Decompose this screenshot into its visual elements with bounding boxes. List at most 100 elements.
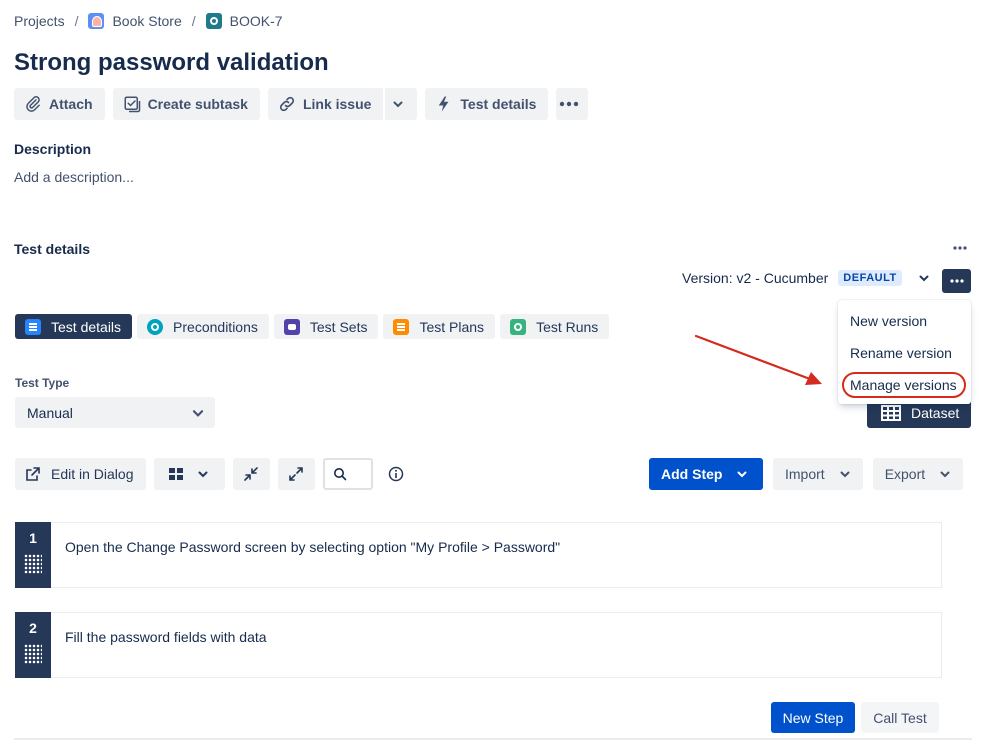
menu-item-rename-version[interactable]: Rename version	[838, 337, 971, 369]
test-details-action-button[interactable]: Test details	[425, 88, 549, 120]
version-more-button[interactable]	[942, 269, 971, 293]
issue-title[interactable]: Strong password validation	[14, 49, 329, 77]
call-test-button[interactable]: Call Test	[861, 702, 939, 733]
link-icon	[279, 96, 295, 112]
breadcrumb-projects-link[interactable]: Projects	[14, 13, 65, 29]
tab-test-details[interactable]: Test details	[15, 314, 133, 339]
link-issue-dropdown-button[interactable]	[385, 88, 417, 120]
export-label: Export	[884, 466, 926, 482]
tab-test-runs[interactable]: Test Runs	[500, 314, 610, 339]
tab-preconditions[interactable]: Preconditions	[137, 314, 269, 339]
chevron-down-icon	[940, 471, 950, 478]
step-number-handle[interactable]: 2	[15, 612, 51, 678]
tab-label: Test details	[51, 318, 122, 335]
collapse-icon	[244, 467, 258, 481]
menu-item-new-version[interactable]: New version	[838, 305, 971, 337]
export-button[interactable]: Export	[872, 458, 964, 490]
version-selector[interactable]: Version: v2 - Cucumber DEFAULT	[682, 270, 932, 286]
link-issue-split-button: Link issue	[267, 88, 418, 120]
test-details-more-button[interactable]	[950, 240, 970, 256]
precondition-icon	[147, 318, 164, 335]
drag-handle-icon[interactable]	[24, 644, 42, 664]
issue-action-bar: Attach Create subtask Link issue Test de…	[14, 88, 589, 120]
test-set-icon	[283, 318, 300, 335]
chevron-down-icon	[737, 471, 747, 478]
add-step-button[interactable]: Add Step	[649, 458, 763, 490]
breadcrumb-separator: /	[191, 13, 196, 29]
test-issue-type-icon	[205, 13, 222, 29]
test-type-select[interactable]: Manual	[15, 397, 215, 428]
step-number: 2	[29, 620, 37, 636]
table-grid-icon	[881, 404, 901, 421]
test-step-row[interactable]: 1 Open the Change Password screen by sel…	[15, 522, 942, 588]
link-issue-button[interactable]: Link issue	[268, 88, 386, 120]
step-footer-actions: New Step Call Test	[771, 702, 939, 733]
expand-icon	[289, 467, 303, 481]
tab-test-sets[interactable]: Test Sets	[273, 314, 379, 339]
menu-item-manage-versions[interactable]: Manage versions	[838, 369, 971, 401]
tab-test-plans[interactable]: Test Plans	[383, 314, 496, 339]
description-heading: Description	[14, 141, 92, 157]
expand-button[interactable]	[277, 458, 315, 490]
link-issue-label: Link issue	[302, 96, 372, 112]
tab-label: Test Plans	[419, 318, 485, 335]
step-number: 1	[29, 530, 37, 546]
edit-in-dialog-button[interactable]: Edit in Dialog	[15, 458, 146, 490]
lightning-icon	[439, 96, 449, 112]
breadcrumb-project-link[interactable]: Book Store	[112, 13, 181, 29]
info-button[interactable]	[381, 458, 411, 490]
version-label: Version: v2 - Cucumber	[682, 270, 829, 286]
steps-right-toolbar: Add Step Import Export	[649, 458, 964, 490]
tab-label: Preconditions	[173, 318, 258, 335]
search-icon	[333, 468, 346, 481]
layout-toggle-button[interactable]	[153, 458, 225, 490]
version-actions-menu: New version Rename version Manage versio…	[838, 300, 971, 404]
add-step-label: Add Step	[661, 466, 723, 482]
grid-layout-icon	[169, 468, 183, 480]
breadcrumb: Projects / Book Store / BOOK-7	[14, 13, 283, 29]
list-icon	[25, 318, 41, 335]
info-icon	[388, 466, 403, 482]
chevron-down-icon	[192, 409, 204, 417]
description-field[interactable]: Add a description...	[14, 169, 134, 185]
step-action-text[interactable]: Fill the password fields with data	[51, 612, 942, 678]
attach-label: Attach	[49, 96, 93, 112]
step-action-text[interactable]: Open the Change Password screen by selec…	[51, 522, 942, 588]
import-label: Import	[785, 466, 825, 482]
more-horizontal-icon	[559, 101, 579, 107]
paperclip-icon	[26, 96, 40, 112]
new-step-button[interactable]: New Step	[771, 702, 855, 733]
edit-in-dialog-label: Edit in Dialog	[51, 466, 134, 482]
import-button[interactable]: Import	[773, 458, 863, 490]
create-subtask-button[interactable]: Create subtask	[112, 88, 260, 120]
tab-label: Test Sets	[309, 318, 368, 335]
test-plan-icon	[393, 318, 410, 335]
chevron-down-icon	[919, 275, 929, 282]
chevron-down-icon	[393, 101, 403, 108]
project-avatar-icon	[88, 13, 105, 29]
test-details-action-label: Test details	[460, 96, 537, 112]
more-horizontal-icon	[949, 279, 964, 283]
external-link-icon	[26, 467, 40, 481]
test-details-heading: Test details	[14, 241, 90, 257]
version-dropdown-toggle[interactable]	[916, 270, 932, 286]
subtask-icon	[124, 96, 140, 113]
step-number-handle[interactable]: 1	[15, 522, 51, 588]
default-badge: DEFAULT	[838, 270, 902, 286]
steps-toolbar: Edit in Dialog	[15, 458, 411, 490]
drag-handle-icon[interactable]	[24, 554, 42, 574]
attach-button[interactable]: Attach	[14, 88, 105, 120]
step-search-input[interactable]	[322, 458, 373, 490]
dataset-label: Dataset	[911, 404, 960, 421]
tab-label: Test Runs	[536, 318, 599, 335]
test-type-value: Manual	[27, 404, 73, 421]
more-actions-button[interactable]	[556, 88, 589, 120]
breadcrumb-issue-key-link[interactable]: BOOK-7	[230, 13, 283, 29]
test-step-row[interactable]: 2 Fill the password fields with data	[15, 612, 942, 678]
chevron-down-icon	[840, 471, 850, 478]
test-details-tabs: Test details Preconditions Test Sets Tes…	[15, 314, 610, 339]
section-divider	[14, 738, 972, 740]
test-run-icon	[510, 318, 527, 335]
chevron-down-icon	[198, 471, 208, 478]
collapse-button[interactable]	[232, 458, 270, 490]
